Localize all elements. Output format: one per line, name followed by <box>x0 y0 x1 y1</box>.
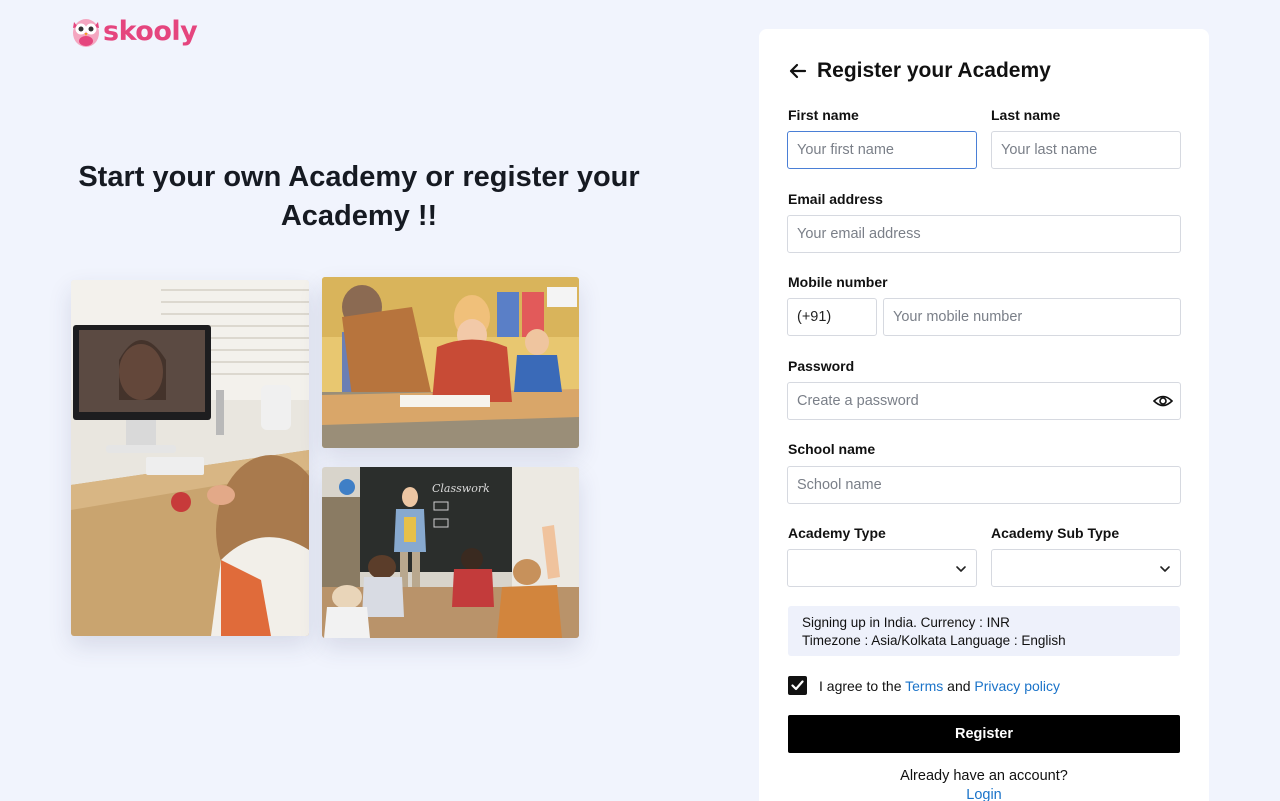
eye-icon[interactable] <box>1152 394 1174 408</box>
form-title: Register your Academy <box>817 59 1051 82</box>
agree-and: and <box>943 677 975 694</box>
locale-info-line2: Timezone : Asia/Kolkata Language : Engli… <box>802 633 1066 648</box>
mobile-label: Mobile number <box>788 274 888 290</box>
brand-name: skooly <box>103 15 198 47</box>
login-link[interactable]: Login <box>788 787 1180 801</box>
agree-text: I agree to the Terms and Privacy policy <box>819 678 1060 694</box>
password-input[interactable] <box>787 382 1181 420</box>
locale-info-line1: Signing up in India. Currency : INR <box>802 615 1010 630</box>
academy-type-select[interactable] <box>787 549 977 587</box>
academy-type-label: Academy Type <box>788 525 886 541</box>
hero-title: Start your own Academy or register your … <box>78 161 640 232</box>
academy-sub-type-select[interactable] <box>991 549 1181 587</box>
first-name-label: First name <box>788 107 859 123</box>
online-class-photo <box>71 280 309 636</box>
owl-icon <box>73 19 99 47</box>
agree-prefix: I agree to the <box>819 677 906 694</box>
checkmark-icon <box>791 680 804 691</box>
terms-link[interactable]: Terms <box>905 678 943 694</box>
first-name-input[interactable] <box>787 131 977 169</box>
chevron-down-icon <box>956 566 966 572</box>
chevron-down-icon <box>1160 566 1170 572</box>
terms-agreement: I agree to the Terms and Privacy policy <box>788 676 1060 695</box>
country-code-field[interactable]: (+91) <box>787 298 877 336</box>
back-arrow-icon[interactable] <box>789 61 809 81</box>
already-account-text: Already have an account? <box>900 768 1068 784</box>
brand-logo[interactable]: skooly <box>71 14 198 48</box>
login-link-label[interactable]: Login <box>966 787 1001 801</box>
privacy-policy-link[interactable]: Privacy policy <box>974 678 1060 694</box>
school-name-input[interactable] <box>787 466 1181 504</box>
last-name-input[interactable] <box>991 131 1181 169</box>
register-button[interactable]: Register <box>788 715 1180 753</box>
school-name-label: School name <box>788 441 876 457</box>
locale-info-box: Signing up in India. Currency : INR Time… <box>788 606 1180 656</box>
classroom-students-photo <box>322 277 579 448</box>
password-label: Password <box>788 358 855 374</box>
svg-text:Classwork: Classwork <box>432 482 490 495</box>
card-header: Register your Academy <box>789 59 1051 83</box>
mobile-input[interactable] <box>883 298 1181 336</box>
last-name-label: Last name <box>991 107 1061 123</box>
academy-sub-type-label: Academy Sub Type <box>991 525 1120 541</box>
agree-checkbox[interactable] <box>788 676 807 695</box>
email-label: Email address <box>788 191 883 207</box>
email-input[interactable] <box>787 215 1181 253</box>
teacher-chalkboard-photo: Classwork <box>322 467 579 638</box>
register-card: Register your Academy First name Last na… <box>759 29 1209 801</box>
